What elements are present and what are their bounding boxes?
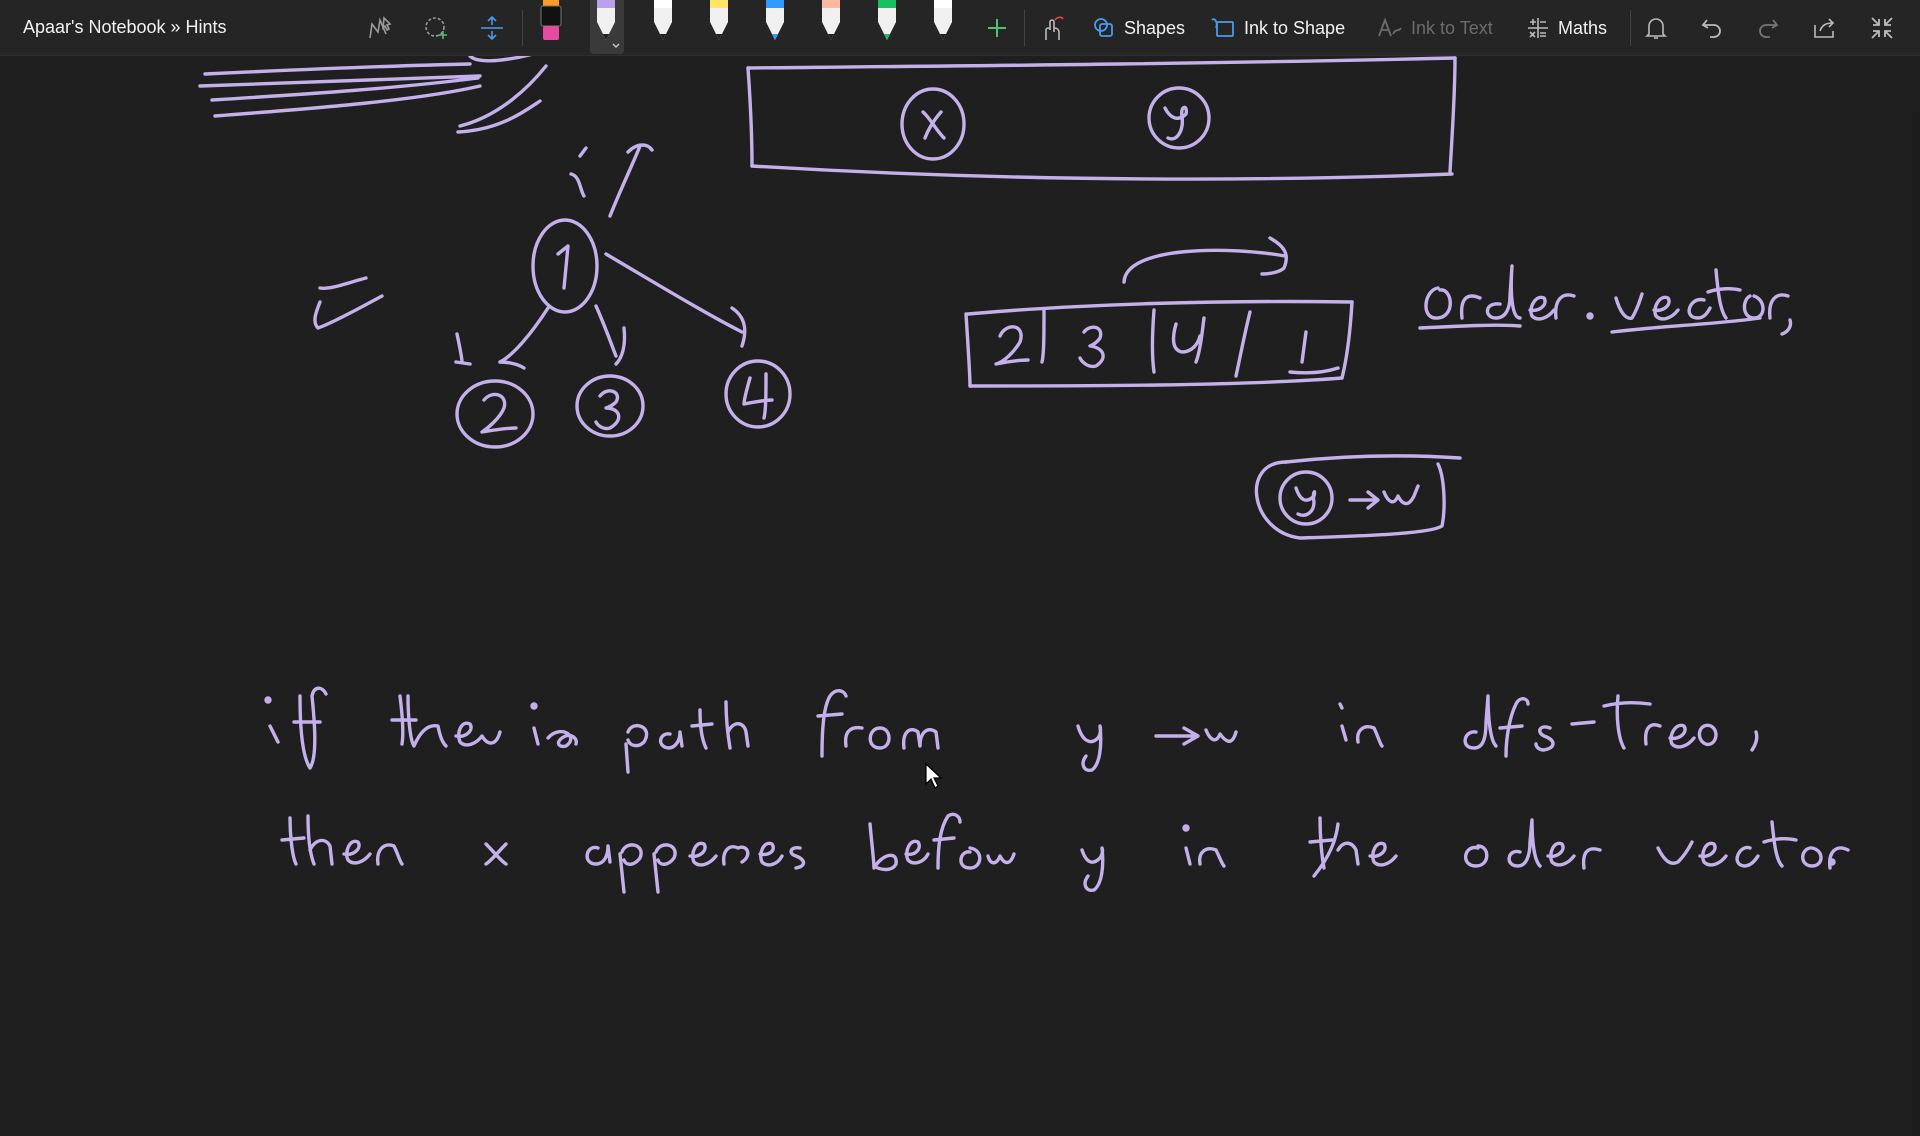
lasso-select-icon[interactable] <box>362 10 398 46</box>
maths-icon <box>1528 18 1548 38</box>
mouse-cursor-icon <box>924 762 944 795</box>
pen-icon[interactable] <box>702 0 736 54</box>
shapes-label: Shapes <box>1124 17 1186 38</box>
undo-icon[interactable] <box>1694 10 1730 46</box>
share-icon[interactable] <box>1806 10 1842 46</box>
ink-dfs-tree <box>454 143 792 449</box>
ink-node-4 <box>724 359 792 429</box>
ink-scribble-lines <box>198 56 548 134</box>
shapes-button[interactable]: Shapes <box>1092 10 1185 46</box>
add-space-icon[interactable] <box>418 10 454 46</box>
bell-icon[interactable] <box>1638 10 1674 46</box>
exit-fullscreen-icon[interactable] <box>1864 10 1900 46</box>
insert-space-icon[interactable] <box>474 10 510 46</box>
redo-icon[interactable] <box>1750 10 1786 46</box>
pen-icon[interactable] <box>590 0 624 54</box>
pen-icon[interactable] <box>870 0 904 54</box>
ink-sentence-line-2 <box>280 812 1850 894</box>
pen-icon[interactable] <box>926 0 960 54</box>
ink-to-text-icon <box>1378 17 1402 37</box>
toolbar-divider <box>1024 10 1025 46</box>
ink-to-shape-icon <box>1211 18 1234 37</box>
plus-icon[interactable] <box>979 10 1015 46</box>
maths-button[interactable]: Maths <box>1526 10 1607 46</box>
shapes-icon <box>1094 18 1113 37</box>
ink-to-shape-label: Ink to Shape <box>1244 17 1346 38</box>
ribbon-toolbar: Apaar's Notebook » Hints Shapes Ink to S… <box>0 0 1920 56</box>
handwritten-ink-layer <box>198 56 1850 894</box>
ink-array-cell <box>1288 330 1340 375</box>
ink-array-cell <box>1171 316 1206 364</box>
touch-draw-icon[interactable] <box>1033 10 1069 46</box>
ink-upper-box <box>746 56 1457 181</box>
notebook-breadcrumb[interactable]: Apaar's Notebook » Hints <box>23 17 227 38</box>
ink-to-text-label: Ink to Text <box>1411 17 1493 38</box>
pen-icon[interactable] <box>814 0 848 54</box>
ink-sentence-line-1 <box>264 686 1759 774</box>
toolbar-divider <box>522 10 523 46</box>
ink-order-array <box>964 236 1354 388</box>
ink-order-vector-label <box>1418 264 1793 336</box>
notebook-canvas[interactable] <box>0 56 1920 1136</box>
ink-array-cell <box>994 325 1030 366</box>
pen-icon[interactable] <box>646 0 680 54</box>
ink-to-shape-button[interactable]: Ink to Shape <box>1210 10 1345 46</box>
ink-to-text-button[interactable]: Ink to Text <box>1377 10 1493 46</box>
ink-array-cell <box>1078 325 1105 369</box>
toolbar-divider <box>1630 10 1631 46</box>
ink-boxed-note <box>1254 454 1462 540</box>
vertical-scrollbar[interactable] <box>1912 112 1920 1136</box>
ink-checkmark <box>313 294 384 330</box>
maths-label: Maths <box>1558 17 1608 38</box>
pen-icon[interactable] <box>758 0 792 54</box>
ink-node-2 <box>455 379 535 449</box>
highlighter-icon[interactable] <box>534 0 568 54</box>
